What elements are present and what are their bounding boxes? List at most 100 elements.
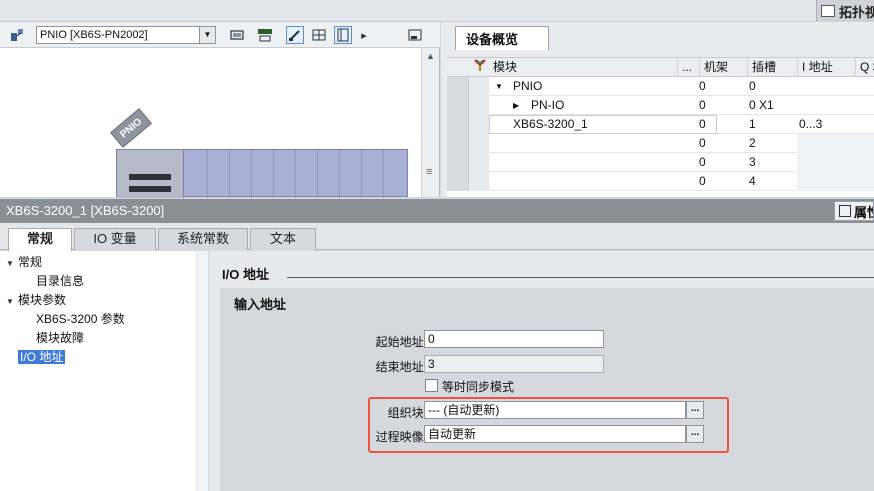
scroll-grip-icon[interactable]: ≡	[426, 166, 432, 178]
nav-item-xb6s-parameters[interactable]: XB6S-3200 参数	[36, 310, 125, 328]
nav-item-label: 模块参数	[18, 293, 67, 307]
isochronous-label: 等时同步模式	[442, 380, 515, 394]
section-divider	[287, 277, 874, 278]
more-arrow-icon[interactable]: ▸	[358, 26, 370, 44]
row-rack: 0	[699, 117, 706, 131]
isochronous-checkbox[interactable]	[425, 379, 438, 392]
chevron-down-icon[interactable]: ▼	[199, 27, 215, 43]
row-slot: 0 X1	[749, 98, 774, 112]
device-graphic[interactable]	[116, 149, 408, 198]
nav-item-io-address[interactable]: I/O 地址	[18, 348, 66, 366]
scroll-up-icon[interactable]: ▲	[426, 51, 435, 61]
nav-item-catalog-info[interactable]: 目录信息	[36, 272, 84, 290]
nav-item-label: 常规	[18, 255, 43, 269]
chevron-down-icon[interactable]: ▼	[6, 293, 18, 311]
tab-texts[interactable]: 文本	[250, 228, 316, 250]
nav-item-module-fault[interactable]: 模块故障	[36, 329, 84, 347]
column-slot[interactable]: 插槽	[747, 58, 797, 77]
start-address-input[interactable]: 0	[424, 330, 604, 348]
device-select[interactable]: PNIO [XB6S-PN2002] ▼	[36, 26, 216, 44]
network-toolbar: PNIO [XB6S-PN2002] ▼ ▸	[0, 22, 440, 48]
row-module: PN-IO	[531, 98, 565, 112]
row-module: PNIO	[513, 79, 543, 93]
edit-icon[interactable]	[286, 26, 304, 44]
device-view-icon[interactable]	[228, 26, 246, 44]
table-row[interactable]: ▶ PN-IO 0 0 X1	[447, 96, 874, 115]
device-slot-divider	[251, 150, 252, 198]
section-title: I/O 地址	[222, 267, 269, 282]
device-status-bar	[129, 186, 171, 192]
group-title: 输入地址	[234, 297, 287, 312]
topology-icon	[821, 5, 835, 17]
row-gutter	[469, 96, 489, 115]
row-slot: 3	[749, 155, 756, 169]
device-slot-divider	[273, 150, 274, 198]
module-icon-cell	[469, 58, 489, 77]
top-strip: 拓扑视图	[0, 0, 874, 22]
tab-general[interactable]: 常规	[8, 228, 72, 251]
end-address-field: 3	[424, 355, 604, 373]
table-row[interactable]: XB6S-3200_1 0 1 0...3	[447, 115, 874, 134]
row-slot: 2	[749, 136, 756, 150]
properties-button[interactable]: 属性	[834, 201, 874, 221]
device-slot-divider	[317, 150, 318, 198]
column-rack[interactable]: 机架	[699, 58, 747, 77]
device-overview-panel: 设备概览 模块 ... 机架 插槽 I 地址 Q 地 ▼ PNIO 0 0 ▶ …	[441, 22, 874, 197]
module-tree-icon	[474, 59, 486, 71]
device-network-icon[interactable]	[8, 26, 26, 44]
row-rack: 0	[699, 98, 706, 112]
topology-view-tab[interactable]: 拓扑视图	[816, 0, 874, 22]
device-status-bar	[129, 174, 171, 180]
device-overview-tab[interactable]: 设备概览	[455, 26, 549, 50]
nav-item-module-parameters[interactable]: ▼ 模块参数	[6, 291, 66, 309]
device-slot-divider	[295, 150, 296, 198]
column-dots[interactable]: ...	[677, 58, 699, 77]
row-slot: 0	[749, 79, 756, 93]
table-row[interactable]: ▼ PNIO 0 0	[447, 77, 874, 96]
network-scrollbar[interactable]: ▲ ≡	[421, 48, 439, 197]
table-view-icon[interactable]	[334, 26, 352, 44]
row-rack: 0	[699, 79, 706, 93]
assign-name-icon[interactable]	[256, 26, 274, 44]
tab-io-tags[interactable]: IO 变量	[74, 228, 156, 250]
highlight-annotation	[368, 397, 729, 453]
network-view: PNIO [XB6S-PN2002] ▼ ▸ PNIO ▲ ≡	[0, 22, 440, 198]
chevron-down-icon[interactable]: ▼	[6, 255, 18, 273]
row-module: XB6S-3200_1	[513, 117, 588, 131]
row-gutter	[469, 77, 489, 96]
input-address-group: 输入地址 起始地址: 0 结束地址: 3 等时同步模式 组织块: --- (自动…	[220, 288, 874, 491]
properties-tabs: 常规 IO 变量 系统常数 文本	[0, 223, 874, 251]
row-gutter	[447, 172, 469, 191]
pnio-device-label[interactable]: PNIO	[110, 108, 152, 148]
column-q-address[interactable]: Q 地	[855, 58, 874, 77]
row-gutter	[469, 172, 489, 191]
row-i-address: 0...3	[799, 117, 823, 131]
magnifier-icon	[839, 205, 851, 217]
tab-system-constants[interactable]: 系统常数	[158, 228, 248, 250]
nav-item-general[interactable]: ▼ 常规	[6, 253, 42, 271]
nav-item-label: 模块故障	[36, 331, 85, 345]
nav-scrollbar[interactable]	[196, 251, 208, 491]
row-gutter	[447, 153, 469, 172]
cell-shade	[797, 134, 874, 153]
row-slot: 1	[749, 117, 756, 131]
grid-icon[interactable]	[310, 26, 328, 44]
properties-title-bar: XB6S-3200_1 [XB6S-3200] 属性	[0, 199, 874, 223]
expand-icon[interactable]: ▼	[495, 77, 503, 96]
table-row[interactable]: 0 3	[447, 153, 874, 172]
row-rack: 0	[699, 136, 706, 150]
table-header: 模块 ... 机架 插槽 I 地址 Q 地	[447, 58, 874, 77]
row-slot: 4	[749, 174, 756, 188]
device-select-value: PNIO [XB6S-PN2002]	[40, 29, 148, 41]
nav-item-label: I/O 地址	[18, 350, 66, 364]
table-row[interactable]: 0 2	[447, 134, 874, 153]
device-slot-divider	[339, 150, 340, 198]
device-head-module[interactable]	[117, 150, 184, 198]
layout-icon[interactable]	[406, 26, 424, 44]
device-slot-divider	[229, 150, 230, 198]
column-i-address[interactable]: I 地址	[797, 58, 855, 77]
table-row[interactable]: 0 4	[447, 172, 874, 191]
expand-icon[interactable]: ▶	[513, 96, 519, 115]
device-slot-divider	[207, 150, 208, 198]
row-gutter	[469, 153, 489, 172]
